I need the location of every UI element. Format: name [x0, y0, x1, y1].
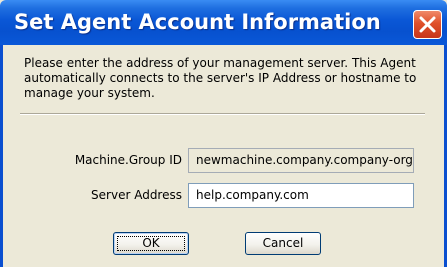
close-icon	[419, 16, 436, 33]
close-button[interactable]	[413, 10, 442, 39]
machine-group-field: newmachine.company.company-org	[188, 148, 414, 173]
ok-button[interactable]: OK	[113, 232, 189, 255]
server-address-input[interactable]: help.company.com	[188, 183, 414, 208]
title-bar[interactable]: Set Agent Account Information	[0, 0, 447, 45]
dialog-title: Set Agent Account Information	[14, 10, 381, 34]
dialog-window: Set Agent Account Information Please ent…	[0, 0, 447, 267]
machine-group-label: Machine.Group ID	[74, 153, 182, 167]
divider	[20, 113, 425, 115]
server-address-label: Server Address	[91, 188, 182, 202]
description-text: Please enter the address of your managem…	[24, 56, 417, 100]
cancel-button[interactable]: Cancel	[245, 232, 321, 255]
